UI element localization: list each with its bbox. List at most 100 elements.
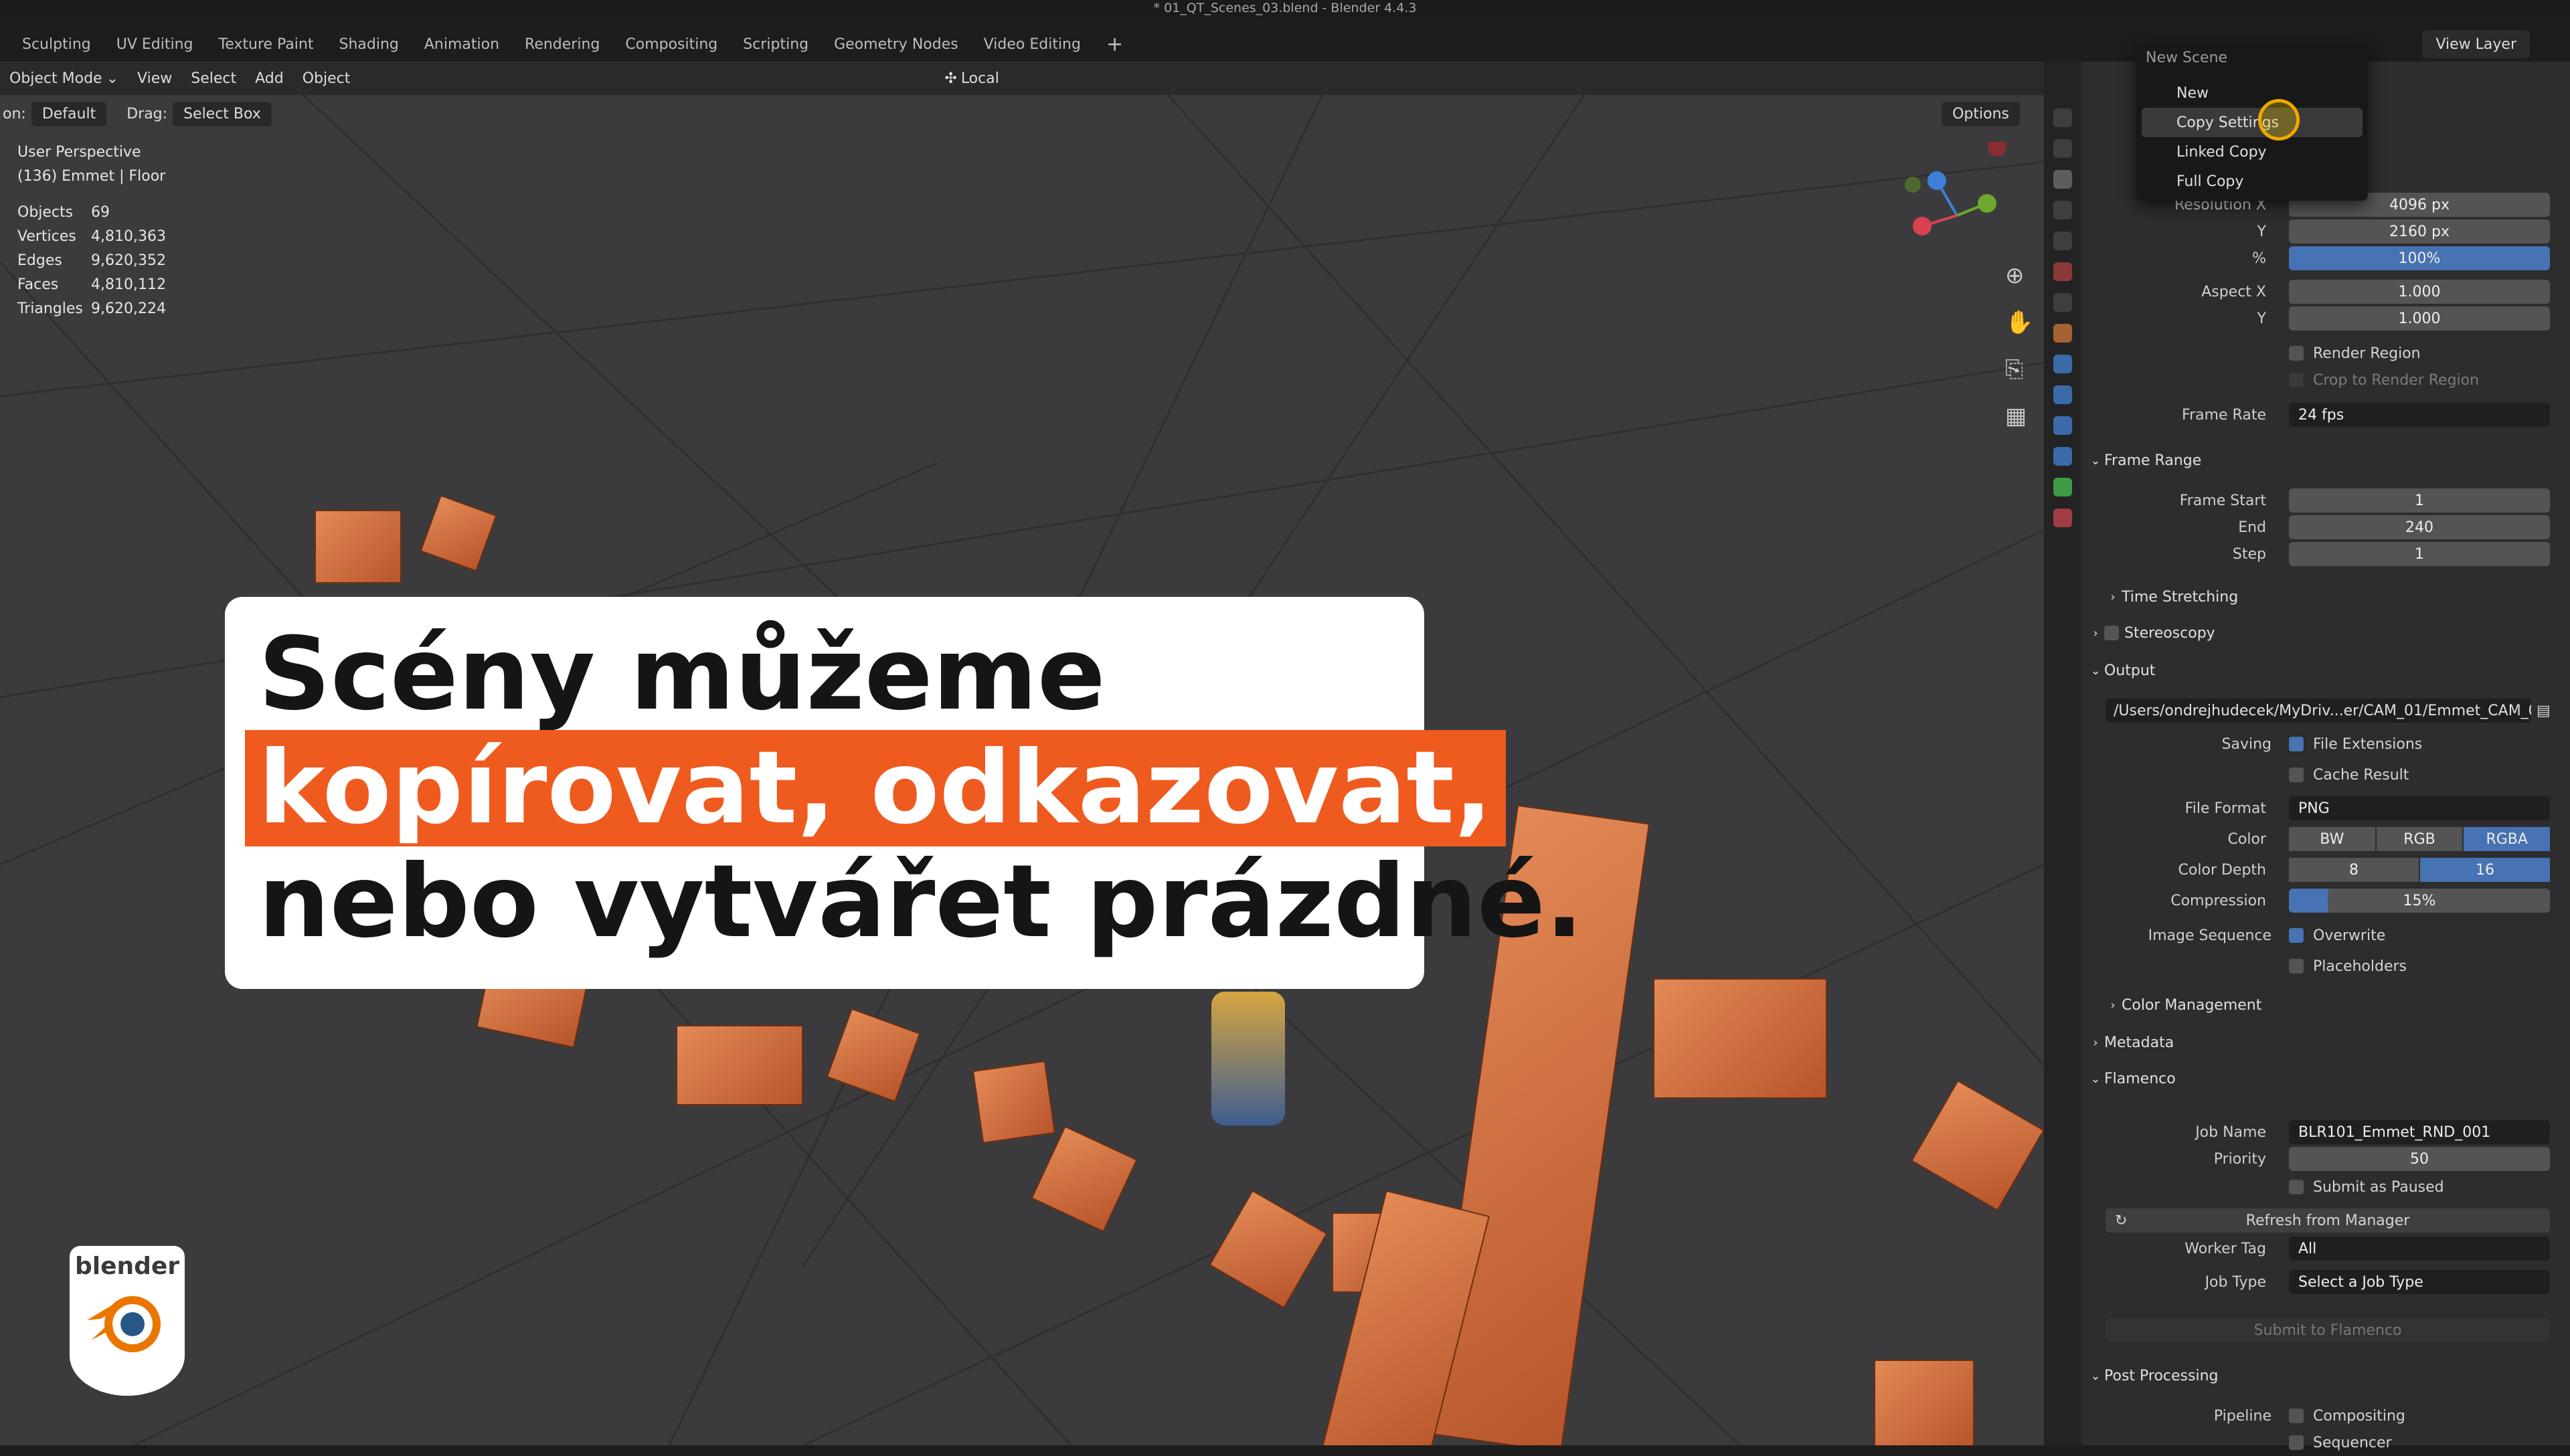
- field-label: Aspect X: [2201, 283, 2266, 300]
- submit-to-flamenco-button[interactable]: Submit to Flamenco: [2106, 1318, 2550, 1342]
- overwrite-checkbox[interactable]: [2289, 928, 2304, 943]
- orientation-dropdown[interactable]: Default: [31, 101, 107, 126]
- job-name-input[interactable]: BLR101_Emmet_RND_001: [2289, 1120, 2550, 1144]
- camera-view-icon[interactable]: ⎘: [2005, 356, 2033, 383]
- menu-select[interactable]: Select: [181, 70, 246, 87]
- cache-result-checkbox[interactable]: [2289, 767, 2304, 782]
- output-path-field[interactable]: /Users/ondrejhudecek/MyDriv...er/CAM_01/…: [2106, 699, 2531, 723]
- tab-rendering[interactable]: Rendering: [512, 36, 612, 53]
- view-layer-tab-icon[interactable]: [2053, 201, 2072, 219]
- block-object[interactable]: [1653, 978, 1827, 1099]
- particles-tab-icon[interactable]: [2053, 385, 2072, 404]
- mode-dropdown[interactable]: Object Mode ⌄: [0, 70, 128, 87]
- depth-8-option[interactable]: 8: [2289, 858, 2419, 882]
- block-object[interactable]: [1874, 1360, 1974, 1445]
- color-rgb-option[interactable]: RGB: [2376, 827, 2463, 851]
- submit-paused-checkbox[interactable]: [2289, 1180, 2304, 1194]
- color-rgba-option[interactable]: RGBA: [2464, 827, 2551, 851]
- block-object[interactable]: [972, 1060, 1056, 1144]
- gizmo-y-axis[interactable]: [1978, 194, 1996, 213]
- stereoscopy-panel-header[interactable]: › Stereoscopy: [2087, 618, 2566, 648]
- menu-item-full-copy[interactable]: Full Copy: [2136, 167, 2368, 196]
- gizmo-neg-x[interactable]: [1988, 142, 2006, 157]
- gizmo-neg-y[interactable]: [1905, 177, 1921, 193]
- tab-sculpting[interactable]: Sculpting: [9, 36, 104, 53]
- crop-checkbox[interactable]: [2289, 373, 2304, 387]
- time-stretching-subpanel[interactable]: › Time Stretching: [2104, 582, 2570, 612]
- material-tab-icon[interactable]: [2053, 509, 2072, 527]
- physics-tab-icon[interactable]: [2053, 416, 2072, 435]
- depth-16-option[interactable]: 16: [2420, 858, 2550, 882]
- frame-range-panel-header[interactable]: ⌄ Frame Range: [2087, 446, 2566, 475]
- render-region-checkbox[interactable]: [2289, 346, 2304, 361]
- frame-start-field[interactable]: 1: [2289, 488, 2550, 513]
- modifier-tab-icon[interactable]: [2053, 355, 2072, 373]
- stereoscopy-checkbox[interactable]: [2104, 626, 2119, 640]
- render-tab-icon[interactable]: [2053, 139, 2072, 158]
- compositing-checkbox[interactable]: [2289, 1408, 2304, 1423]
- metadata-panel-header[interactable]: › Metadata: [2087, 1028, 2566, 1057]
- data-tab-icon[interactable]: [2053, 478, 2072, 496]
- refresh-from-manager-button[interactable]: ↻ Refresh from Manager: [2106, 1208, 2550, 1233]
- resolution-y-field[interactable]: 2160 px: [2289, 219, 2550, 244]
- menu-item-new[interactable]: New: [2136, 78, 2368, 108]
- resolution-percentage-slider[interactable]: 100%: [2289, 246, 2550, 270]
- hand-pan-icon[interactable]: ✋: [2005, 309, 2033, 336]
- tab-animation[interactable]: Animation: [412, 36, 512, 53]
- output-panel-header[interactable]: ⌄ Output: [2087, 656, 2566, 685]
- world-tab-icon[interactable]: [2053, 262, 2072, 281]
- post-processing-panel-header[interactable]: ⌄ Post Processing: [2087, 1361, 2566, 1390]
- priority-field[interactable]: 50: [2289, 1147, 2550, 1171]
- folder-icon[interactable]: ▤: [2537, 703, 2551, 719]
- add-workspace-button[interactable]: +: [1094, 33, 1136, 56]
- gizmo-z-axis[interactable]: [1928, 171, 1946, 190]
- placeholders-checkbox[interactable]: [2289, 959, 2304, 974]
- drag-dropdown[interactable]: Select Box: [173, 101, 272, 126]
- file-extensions-checkbox[interactable]: [2289, 737, 2304, 751]
- aspect-x-field[interactable]: 1.000: [2289, 280, 2550, 304]
- tab-video-editing[interactable]: Video Editing: [971, 36, 1094, 53]
- scene-tab-icon[interactable]: [2053, 232, 2072, 250]
- sequencer-checkbox[interactable]: [2289, 1435, 2304, 1450]
- tab-uv-editing[interactable]: UV Editing: [104, 36, 206, 53]
- collection-tab-icon[interactable]: [2053, 293, 2072, 312]
- view-layer-field[interactable]: View Layer: [2422, 30, 2530, 58]
- zoom-icon[interactable]: ⊕: [2005, 262, 2033, 289]
- tab-shading[interactable]: Shading: [326, 36, 411, 53]
- frame-rate-dropdown[interactable]: 24 fps: [2289, 403, 2550, 427]
- stat-label: Edges: [17, 252, 62, 269]
- block-object[interactable]: [676, 1025, 803, 1105]
- menu-view[interactable]: View: [128, 70, 181, 87]
- tool-tab-icon[interactable]: [2053, 108, 2072, 127]
- constraints-tab-icon[interactable]: [2053, 447, 2072, 466]
- navigation-gizmo[interactable]: [1890, 142, 2024, 323]
- block-object[interactable]: [315, 510, 402, 583]
- compression-slider[interactable]: 15%: [2289, 889, 2550, 913]
- menu-item-linked-copy[interactable]: Linked Copy: [2136, 137, 2368, 167]
- tab-scripting[interactable]: Scripting: [730, 36, 821, 53]
- gizmo-x-axis[interactable]: [1913, 217, 1932, 236]
- color-bw-option[interactable]: BW: [2289, 827, 2375, 851]
- frame-end-field[interactable]: 240: [2289, 515, 2550, 539]
- flamenco-panel-header[interactable]: ⌄ Flamenco: [2087, 1064, 2566, 1093]
- aspect-y-field[interactable]: 1.000: [2289, 306, 2550, 331]
- emmet-character[interactable]: [1211, 992, 1285, 1125]
- output-tab-icon[interactable]: [2053, 170, 2072, 189]
- job-type-dropdown[interactable]: Select a Job Type: [2289, 1270, 2550, 1294]
- grid-ortho-icon[interactable]: ▦: [2005, 403, 2033, 430]
- tab-compositing[interactable]: Compositing: [612, 36, 730, 53]
- menu-item-copy-settings[interactable]: Copy Settings: [2142, 108, 2363, 137]
- file-format-dropdown[interactable]: PNG: [2289, 796, 2550, 820]
- tab-texture-paint[interactable]: Texture Paint: [206, 36, 327, 53]
- frame-step-field[interactable]: 1: [2289, 542, 2550, 566]
- worker-tag-dropdown[interactable]: All: [2289, 1237, 2550, 1261]
- options-dropdown[interactable]: Options: [1942, 101, 2020, 126]
- object-tab-icon[interactable]: [2053, 324, 2072, 343]
- menu-add[interactable]: Add: [246, 70, 293, 87]
- color-management-subpanel[interactable]: › Color Management: [2104, 990, 2570, 1020]
- transform-orientation-dropdown[interactable]: ✣ Local: [935, 70, 1008, 87]
- window-title: * 01_QT_Scenes_03.blend - Blender 4.4.3: [0, 0, 2570, 16]
- tab-geometry-nodes[interactable]: Geometry Nodes: [821, 36, 971, 53]
- menu-object[interactable]: Object: [293, 70, 360, 87]
- 3d-viewport[interactable]: Object Mode ⌄ View Select Add Object ✣ Loc…: [0, 62, 2044, 1445]
